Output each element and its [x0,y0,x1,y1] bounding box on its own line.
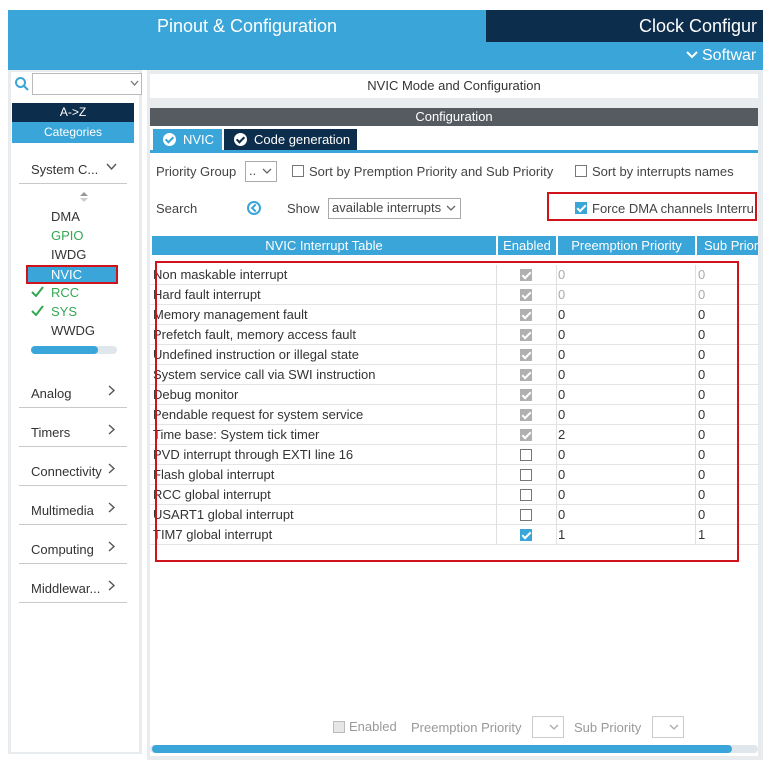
category-label: IWDG [51,247,87,262]
sort-preemption-label: Sort by Premption Priority and Sub Prior… [309,164,554,179]
tab-code-generation[interactable]: Code generation [224,129,357,150]
section-analog[interactable]: Analog [19,380,127,408]
chevron-down-icon [262,162,272,181]
software-packs-menu[interactable]: Softwar [686,44,756,68]
priority-group-label: Priority Group [156,164,237,179]
force-dma-label: Force DMA channels Interru [592,201,754,216]
category-item-gpio[interactable]: GPIO [26,226,116,245]
category-label: WWDG [51,323,96,338]
section-system-core[interactable]: System C... [19,156,127,184]
category-label: SYS [51,304,78,319]
search-icon[interactable] [14,76,30,92]
highlight-box-table [155,261,739,562]
category-scrollbar[interactable] [31,346,117,354]
software-label: Softwar [702,47,757,64]
sort-names-checkbox[interactable] [575,165,587,177]
scrollbar-thumb[interactable] [152,745,732,753]
chevron-right-icon [106,462,117,477]
tab-clock-configuration[interactable]: Clock Configur [486,10,763,42]
show-select[interactable]: available interrupts [328,198,461,219]
category-item-wwdg[interactable]: WWDG [26,321,116,340]
bottom-preemption-label: Preemption Priority [411,720,522,735]
categories-button[interactable]: Categories [12,122,134,143]
column-header-interrupt[interactable]: NVIC Interrupt Table [152,236,496,255]
header-band [8,42,763,70]
column-header-sub-priority[interactable]: Sub Prior [697,236,758,255]
check-circle-icon [234,133,247,146]
tab-nvic[interactable]: NVIC [153,129,222,150]
chevron-right-icon [106,423,117,438]
category-item-rcc[interactable]: RCC [26,283,116,302]
bottom-enabled-label: Enabled [349,719,397,734]
highlight-box-nvic [26,265,118,284]
check-circle-icon [163,133,176,146]
section-label: System C... [31,162,99,177]
check-icon [31,302,44,321]
bottom-enabled-checkbox[interactable] [333,721,345,733]
tab-label: Code generation [254,132,351,147]
mode-title: NVIC Mode and Configuration [150,74,758,98]
section-timers[interactable]: Timers [19,419,127,447]
category-item-sys[interactable]: SYS [26,302,116,321]
chevron-right-icon [106,501,117,516]
chevron-down-icon [549,717,559,737]
section-label: Multimedia [31,503,94,518]
show-label: Show [287,201,320,216]
force-dma-checkbox[interactable] [575,202,587,214]
sort-preemption-checkbox[interactable] [292,165,304,177]
chevron-down-icon[interactable] [130,79,139,89]
scroll-up-icon[interactable] [80,192,88,203]
search-label: Search [156,201,198,216]
chevron-right-icon [106,384,117,399]
sort-names-label: Sort by interrupts names [592,164,734,179]
tab-label: NVIC [183,132,215,147]
sort-az-button[interactable]: A->Z [12,103,134,122]
section-label: Middlewar... [31,581,101,596]
section-label: Analog [31,386,72,401]
app-window: Pinout & Configuration Clock Configur So… [0,0,763,764]
category-label: GPIO [51,228,84,243]
scrollbar-thumb[interactable] [31,346,98,354]
column-header-enabled[interactable]: Enabled [498,236,556,255]
chevron-right-icon [106,579,117,594]
show-value: available interrupts [332,200,442,215]
category-item-iwdg[interactable]: IWDG [26,245,116,264]
chevron-down-icon [686,44,698,68]
bottom-sub-priority-select[interactable] [652,716,684,738]
section-middleware[interactable]: Middlewar... [19,575,127,603]
category-label: RCC [51,285,80,300]
tab-pinout-configuration[interactable]: Pinout & Configuration [8,10,486,42]
check-icon [31,283,44,302]
priority-group-value: .. [249,163,257,178]
section-label: Connectivity [31,464,102,479]
refresh-icon[interactable] [247,201,261,215]
section-computing[interactable]: Computing [19,536,127,564]
chevron-down-icon [446,199,456,218]
chevron-right-icon [106,540,117,555]
bottom-preemption-select[interactable] [532,716,564,738]
category-label: DMA [51,209,80,224]
column-header-preemption[interactable]: Preemption Priority [558,236,695,255]
section-label: Computing [31,542,94,557]
chevron-down-icon [669,717,679,737]
horizontal-scrollbar[interactable] [150,745,758,753]
category-item-dma[interactable]: DMA [26,207,116,226]
section-label: Timers [31,425,71,440]
tab-underline [150,150,758,153]
chevron-down-icon [106,160,117,175]
bottom-sub-priority-label: Sub Priority [574,720,642,735]
section-connectivity[interactable]: Connectivity [19,458,127,486]
section-multimedia[interactable]: Multimedia [19,497,127,525]
configuration-bar: Configuration [150,108,758,126]
search-input[interactable] [32,73,142,95]
priority-group-select[interactable]: .. [245,161,277,182]
